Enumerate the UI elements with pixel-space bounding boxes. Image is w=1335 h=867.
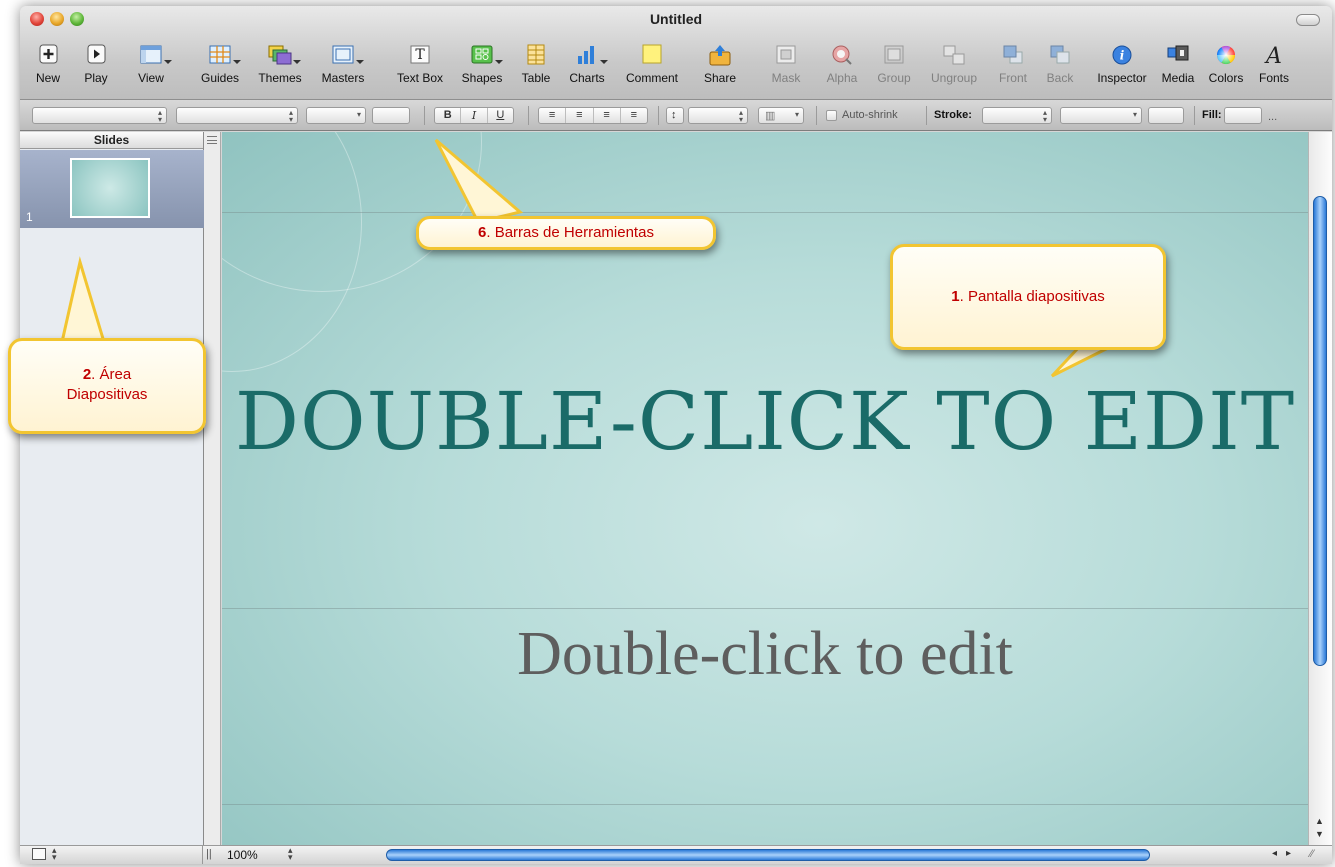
callout-pointer bbox=[1050, 344, 1113, 378]
callout-slides-area-line2: Diapositivas bbox=[66, 386, 148, 403]
callout-slide-screen: 1. Pantalla diapositivas bbox=[890, 244, 1166, 350]
callout-slides-area-line1: . Área bbox=[91, 366, 132, 383]
callout-pointer bbox=[60, 256, 107, 344]
callout-slide-screen-number: 1 bbox=[951, 288, 960, 305]
callout-pointer bbox=[434, 138, 524, 224]
callout-pointers bbox=[60, 138, 1113, 378]
callout-slides-area-number: 2 bbox=[82, 366, 92, 383]
callout-toolbars-text: . Barras de Herramientas bbox=[486, 224, 654, 241]
callout-slides-area: 2. Área Diapositivas bbox=[8, 338, 206, 434]
callout-toolbars: 6. Barras de Herramientas bbox=[416, 216, 716, 250]
callout-slide-screen-text: . Pantalla diapositivas bbox=[959, 288, 1105, 305]
